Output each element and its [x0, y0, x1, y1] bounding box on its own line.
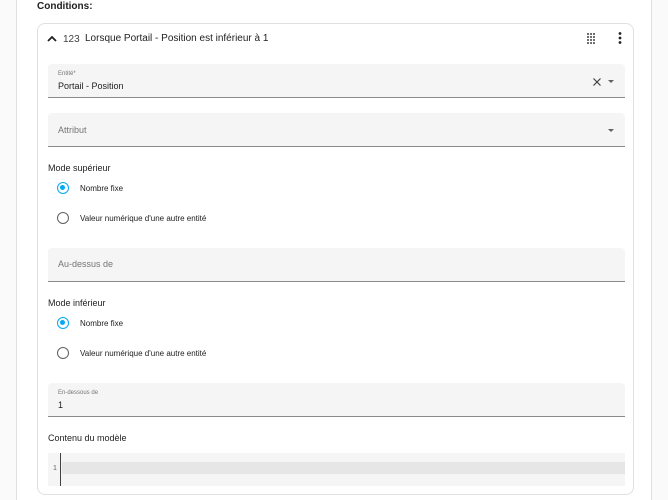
condition-card: 123 Lorsque Portail - Position est infér… — [37, 23, 634, 495]
above-field[interactable]: Au-dessus de — [48, 248, 625, 282]
above-entity-label: Valeur numérique d'une autre entité — [80, 214, 207, 223]
condition-header[interactable]: 123 Lorsque Portail - Position est infér… — [38, 24, 633, 54]
below-fixed-radio[interactable] — [57, 317, 69, 329]
active-line[interactable] — [62, 462, 625, 474]
entity-label: Entité* — [58, 71, 76, 77]
above-fixed-radio[interactable] — [57, 182, 69, 194]
entity-value: Portail - Position — [58, 81, 124, 91]
dropdown-caret-icon[interactable] — [608, 129, 614, 132]
above-mode-label: Mode supérieur — [48, 163, 111, 173]
below-entity-label: Valeur numérique d'une autre entité — [80, 349, 207, 358]
line-number: 1 — [53, 465, 57, 472]
template-editor[interactable]: 1 — [48, 453, 625, 486]
clear-icon[interactable] — [593, 78, 601, 86]
below-entity-radio[interactable] — [57, 347, 69, 359]
numeric-type-icon: 123 — [63, 34, 80, 45]
above-placeholder: Au-dessus de — [58, 259, 114, 269]
chevron-up-icon[interactable] — [46, 33, 58, 45]
condition-title: Lorsque Portail - Position est inférieur… — [85, 33, 269, 44]
attribute-placeholder: Attribut — [58, 125, 87, 135]
above-fixed-label: Nombre fixe — [80, 184, 124, 193]
below-mode-label: Mode inférieur — [48, 298, 106, 308]
entity-field[interactable]: Entité* Portail - Position — [48, 64, 625, 98]
below-fixed-label: Nombre fixe — [80, 319, 124, 328]
below-field[interactable]: En-dessous de 1 — [48, 383, 625, 417]
attribute-field[interactable]: Attribut — [48, 113, 625, 147]
editor-gutter: 1 — [48, 453, 61, 486]
more-vertical-icon[interactable] — [614, 31, 626, 45]
template-label: Contenu du modèle — [48, 433, 127, 443]
below-label: En-dessous de — [58, 390, 99, 396]
below-value: 1 — [58, 400, 64, 410]
conditions-heading: Conditions: — [37, 1, 93, 12]
above-entity-radio[interactable] — [57, 212, 69, 224]
dropdown-caret-icon[interactable] — [608, 80, 614, 83]
drag-handle-icon[interactable] — [585, 32, 597, 44]
